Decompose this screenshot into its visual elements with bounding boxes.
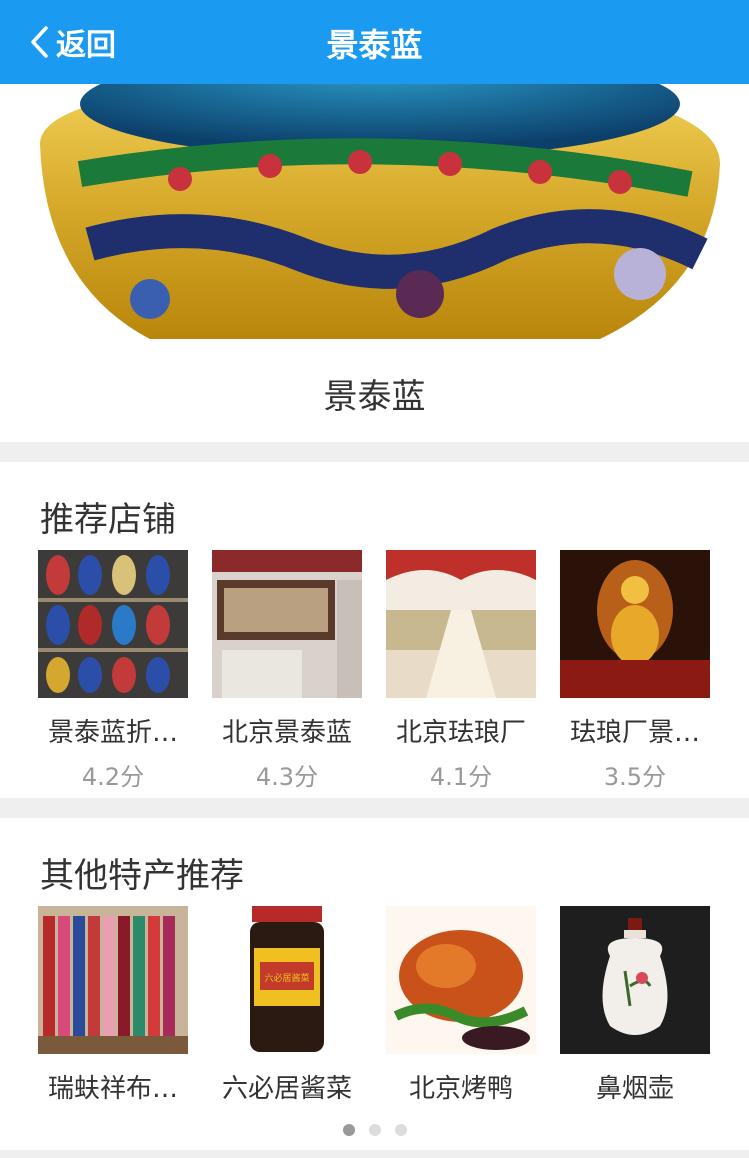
pagination-dots [0,1124,749,1136]
store-thumbnail [38,550,188,698]
store-thumbnail [386,550,536,698]
hero-card: 景泰蓝 [0,84,749,442]
store-card[interactable]: 北京珐琅厂 4.1分 [386,550,536,792]
pagination-dot[interactable] [394,1124,407,1136]
specialty-name: 鼻烟壶 [595,1074,674,1104]
store-card[interactable]: 珐琅厂景… 3.5分 [560,550,710,792]
section-title: 推荐店铺 [40,500,176,540]
hero-title: 景泰蓝 [323,377,426,417]
store-thumbnail [212,550,362,698]
store-rating: 4.2分 [81,763,145,791]
specialty-thumbnail [560,906,710,1054]
specialty-name: 瑞蚨祥布… [47,1074,178,1104]
store-name: 珐琅厂景… [569,718,700,748]
store-name: 景泰蓝折… [47,718,178,748]
specialty-thumbnail: 六必居酱菜 [212,906,362,1054]
store-card[interactable]: 景泰蓝折… 4.2分 [38,550,188,792]
page-title: 景泰蓝 [326,26,423,64]
recommended-stores-section: 推荐店铺 景泰蓝折… 4.2分 北京景泰蓝 4.3分 北京珐琅厂 4.1分 珐琅… [0,462,749,798]
specialty-card[interactable]: 六必居酱菜 六必居酱菜 [212,906,362,1105]
store-rating: 4.3分 [255,763,319,791]
other-specialties-section: 其他特产推荐 瑞蚨祥布… 六必居酱菜 六必居酱菜 北京烤鸭 鼻烟壶 [0,818,749,1150]
store-card[interactable]: 北京景泰蓝 4.3分 [212,550,362,792]
store-thumbnail [560,550,710,698]
section-title: 其他特产推荐 [40,856,244,896]
top-nav-bar: 返回 景泰蓝 [0,0,749,84]
store-list: 景泰蓝折… 4.2分 北京景泰蓝 4.3分 北京珐琅厂 4.1分 珐琅厂景… 3… [38,550,710,792]
specialty-list: 瑞蚨祥布… 六必居酱菜 六必居酱菜 北京烤鸭 鼻烟壶 [38,906,710,1105]
hero-image [0,84,749,344]
store-name: 北京珐琅厂 [395,718,526,748]
store-rating: 4.1分 [429,763,493,791]
pagination-dot[interactable] [368,1124,381,1136]
specialty-card[interactable]: 北京烤鸭 [386,906,536,1105]
specialty-card[interactable]: 瑞蚨祥布… [38,906,188,1105]
store-name: 北京景泰蓝 [221,718,352,748]
jar-label: 六必居酱菜 [264,972,309,984]
specialty-thumbnail [386,906,536,1054]
store-rating: 3.5分 [603,763,667,791]
pagination-dot-active[interactable] [342,1124,355,1136]
specialty-name: 六必居酱菜 [221,1074,352,1104]
specialty-thumbnail [38,906,188,1054]
specialty-card[interactable]: 鼻烟壶 [560,906,710,1105]
specialty-name: 北京烤鸭 [408,1074,513,1104]
